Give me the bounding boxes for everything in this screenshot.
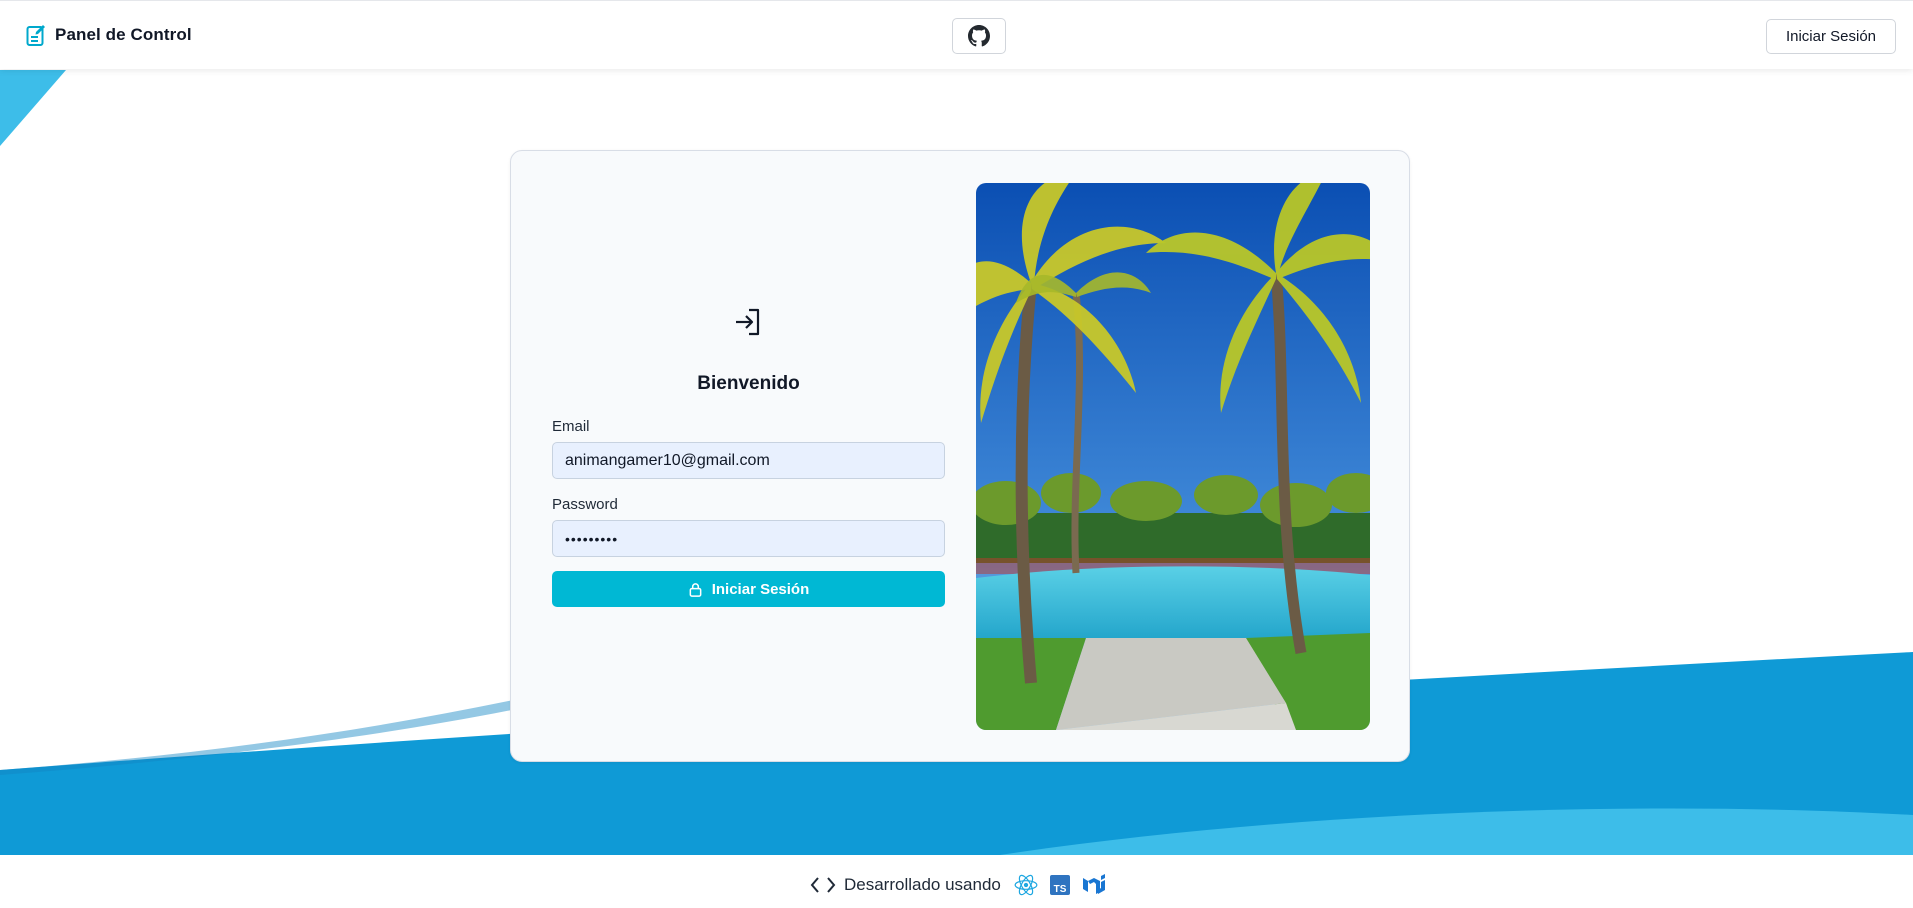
brand-title: Panel de Control (55, 25, 192, 44)
typescript-icon-text: TS (1054, 884, 1067, 895)
welcome-title: Bienvenido (697, 373, 800, 394)
email-label: Email (552, 418, 590, 435)
code-icon (810, 877, 836, 893)
react-icon[interactable] (1013, 872, 1039, 898)
password-label: Password (552, 496, 618, 513)
password-field[interactable]: ••••••••• (552, 520, 945, 557)
login-submit-label: Iniciar Sesión (711, 580, 810, 598)
email-field[interactable]: animangamer10@gmail.com (552, 442, 945, 479)
resort-photo (976, 183, 1370, 730)
edit-note-icon (26, 25, 45, 46)
lock-icon (689, 582, 702, 597)
login-submit-button[interactable]: Iniciar Sesión (552, 571, 945, 607)
footer-text: Desarrollado usando (844, 875, 1001, 894)
header-login-button[interactable]: Iniciar Sesión (1766, 19, 1896, 54)
login-card: Bienvenido Email animangamer10@gmail.com… (510, 150, 1410, 762)
mui-icon[interactable] (1081, 872, 1107, 898)
footer-credits: Desarrollado usando TS (810, 872, 1107, 898)
github-button[interactable] (952, 18, 1006, 54)
top-app-bar: Panel de Control Iniciar Sesión (0, 0, 1913, 69)
brand[interactable]: Panel de Control (26, 23, 192, 47)
typescript-icon[interactable]: TS (1047, 872, 1073, 898)
login-arrow-icon (736, 308, 760, 336)
footer: Desarrollado usando TS (0, 855, 1913, 908)
github-icon (968, 25, 990, 47)
